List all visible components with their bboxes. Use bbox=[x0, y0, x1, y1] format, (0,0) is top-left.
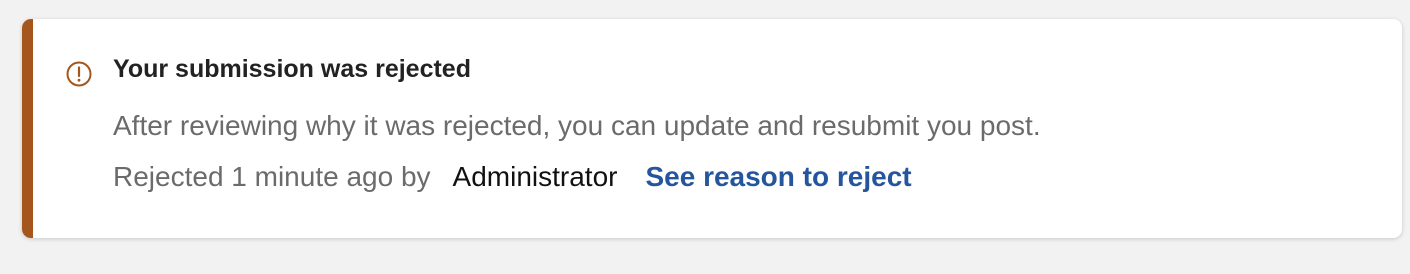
rejection-notice-card: Your submission was rejected After revie… bbox=[22, 19, 1402, 238]
see-reason-link[interactable]: See reason to reject bbox=[645, 161, 911, 193]
rejected-timestamp: Rejected 1 minute ago by bbox=[113, 161, 431, 192]
rejected-by-user: Administrator bbox=[452, 161, 618, 192]
notice-description: After reviewing why it was rejected, you… bbox=[113, 110, 1041, 141]
notice-accent-bar bbox=[22, 19, 33, 238]
notice-title: Your submission was rejected bbox=[113, 55, 471, 83]
notice-meta: Rejected 1 minute ago by Administrator S… bbox=[113, 161, 912, 193]
alert-circle-icon bbox=[65, 60, 93, 88]
